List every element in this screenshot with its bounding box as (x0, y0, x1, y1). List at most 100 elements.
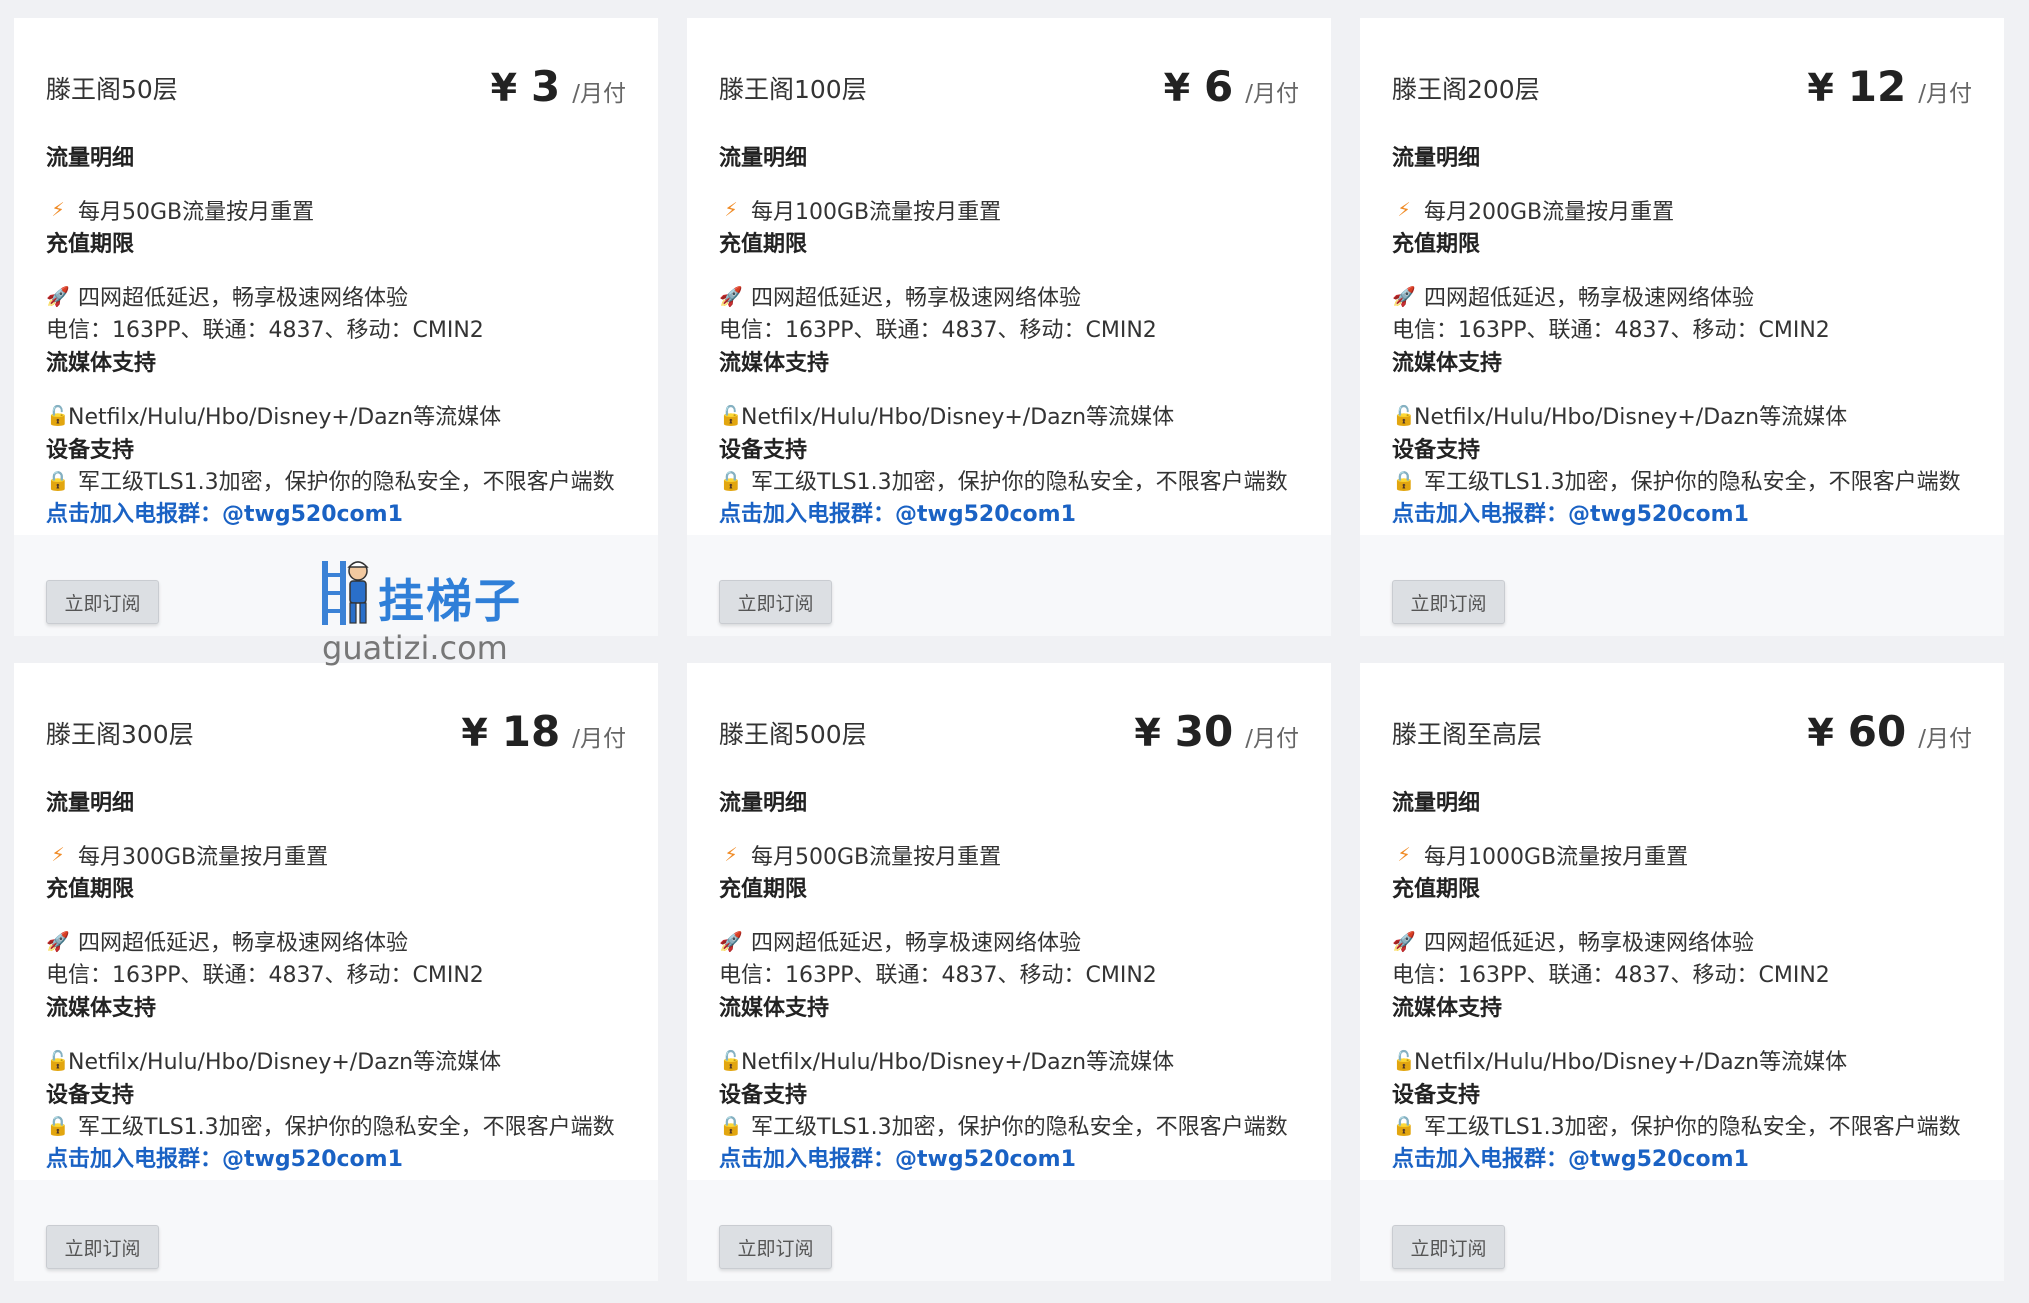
telegram-group-link[interactable]: 点击加入电报群：@twg520com1 (46, 1141, 403, 1173)
device-text: 军工级TLS1.3加密，保护你的隐私安全，不限客户端数 (751, 1115, 1288, 1140)
section-traffic-heading: 流量明细 (719, 791, 808, 816)
streaming-line: 🔓 Netfilx/Hulu/Hbo/Disney+/Dazn等流媒体 (46, 1044, 501, 1076)
plan-price: ¥ 12 /月付 (1807, 62, 1972, 111)
plan-title: 滕王阁100层 (719, 75, 867, 104)
subscribe-button[interactable]: 立即订阅 (46, 1225, 159, 1269)
telegram-group-link[interactable]: 点击加入电报群：@twg520com1 (1392, 496, 1749, 528)
subscribe-button[interactable]: 立即订阅 (719, 1225, 832, 1269)
plan-price: ¥ 18 /月付 (461, 707, 626, 756)
network-text: 四网超低延迟，畅享极速网络体验 (751, 286, 1082, 311)
plan-card-3: 滕王阁200层 ¥ 12 /月付 流量明细 ⚡ 每月200GB流量按月重置 充值… (1360, 18, 2004, 636)
plan-card-1: 滕王阁50层 ¥ 3 /月付 流量明细 ⚡ 每月50GB流量按月重置 充值期限 … (14, 18, 658, 636)
traffic-text: 每月100GB流量按月重置 (751, 200, 1002, 225)
network-text: 四网超低延迟，畅享极速网络体验 (751, 931, 1082, 956)
network-line: 🚀 四网超低延迟，畅享极速网络体验 (1392, 925, 1754, 957)
rocket-icon: 🚀 (719, 930, 743, 953)
streaming-text: Netfilx/Hulu/Hbo/Disney+/Dazn等流媒体 (741, 1050, 1175, 1075)
subscribe-button[interactable]: 立即订阅 (1392, 1225, 1505, 1269)
section-streaming-heading: 流媒体支持 (719, 351, 830, 376)
carriers-line: 电信：163PP、联通：4837、移动：CMIN2 (1392, 312, 1830, 344)
telegram-group-link[interactable]: 点击加入电报群：@twg520com1 (719, 1141, 1076, 1173)
traffic-line: ⚡ 每月50GB流量按月重置 (46, 194, 314, 226)
plan-title: 滕王阁500层 (719, 720, 867, 749)
plan-card-body: 滕王阁至高层 ¥ 60 /月付 流量明细 ⚡ 每月1000GB流量按月重置 充值… (1360, 663, 2004, 1180)
network-text: 四网超低延迟，畅享极速网络体验 (1424, 286, 1755, 311)
price-amount: 30 (1174, 707, 1234, 756)
traffic-text: 每月1000GB流量按月重置 (1424, 845, 1689, 870)
section-period-heading: 充值期限 (1392, 877, 1481, 902)
device-line: 🔒 军工级TLS1.3加密，保护你的隐私安全，不限客户端数 (1392, 1109, 1961, 1141)
plan-price: ¥ 30 /月付 (1134, 707, 1299, 756)
lock-icon: 🔒 (1392, 469, 1416, 492)
unlock-icon: 🔓 (719, 1049, 743, 1072)
carriers-text: 电信：163PP、联通：4837、移动：CMIN2 (46, 318, 484, 343)
telegram-group-link[interactable]: 点击加入电报群：@twg520com1 (719, 496, 1076, 528)
lightning-icon: ⚡ (51, 844, 65, 866)
streaming-text: Netfilx/Hulu/Hbo/Disney+/Dazn等流媒体 (1414, 1050, 1848, 1075)
section-device-heading: 设备支持 (46, 1083, 135, 1108)
rocket-icon: 🚀 (1392, 930, 1416, 953)
traffic-line: ⚡ 每月1000GB流量按月重置 (1392, 839, 1688, 871)
plan-price: ¥ 6 /月付 (1164, 62, 1299, 111)
lock-icon: 🔒 (1392, 1114, 1416, 1137)
subscribe-button[interactable]: 立即订阅 (1392, 580, 1505, 624)
plan-card-body: 滕王阁200层 ¥ 12 /月付 流量明细 ⚡ 每月200GB流量按月重置 充值… (1360, 18, 2004, 535)
lightning-icon: ⚡ (724, 844, 738, 866)
rocket-icon: 🚀 (719, 285, 743, 308)
plan-card-body: 滕王阁100层 ¥ 6 /月付 流量明细 ⚡ 每月100GB流量按月重置 充值期… (687, 18, 1331, 535)
device-line: 🔒 军工级TLS1.3加密，保护你的隐私安全，不限客户端数 (1392, 464, 1961, 496)
telegram-group-link[interactable]: 点击加入电报群：@twg520com1 (1392, 1141, 1749, 1173)
section-traffic-heading: 流量明细 (46, 146, 135, 171)
network-text: 四网超低延迟，畅享极速网络体验 (78, 931, 409, 956)
section-period-heading: 充值期限 (719, 232, 808, 257)
lock-icon: 🔒 (719, 1114, 743, 1137)
traffic-line: ⚡ 每月500GB流量按月重置 (719, 839, 1001, 871)
unlock-icon: 🔓 (719, 404, 743, 427)
price-period: /月付 (1245, 726, 1299, 752)
device-text: 军工级TLS1.3加密，保护你的隐私安全，不限客户端数 (78, 470, 615, 495)
plan-card-4: 滕王阁300层 ¥ 18 /月付 流量明细 ⚡ 每月300GB流量按月重置 充值… (14, 663, 658, 1281)
carriers-line: 电信：163PP、联通：4837、移动：CMIN2 (46, 957, 484, 989)
network-line: 🚀 四网超低延迟，畅享极速网络体验 (719, 280, 1081, 312)
streaming-line: 🔓 Netfilx/Hulu/Hbo/Disney+/Dazn等流媒体 (719, 1044, 1174, 1076)
carriers-text: 电信：163PP、联通：4837、移动：CMIN2 (719, 318, 1157, 343)
rocket-icon: 🚀 (1392, 285, 1416, 308)
section-streaming-heading: 流媒体支持 (719, 996, 830, 1021)
subscribe-button[interactable]: 立即订阅 (46, 580, 159, 624)
watermark: 挂梯子 guatizi.com (316, 555, 546, 675)
price-period: /月付 (1918, 726, 1972, 752)
carriers-text: 电信：163PP、联通：4837、移动：CMIN2 (1392, 318, 1830, 343)
traffic-text: 每月500GB流量按月重置 (751, 845, 1002, 870)
plan-title: 滕王阁50层 (46, 75, 178, 104)
section-device-heading: 设备支持 (719, 1083, 808, 1108)
unlock-icon: 🔓 (46, 404, 70, 427)
section-streaming-heading: 流媒体支持 (1392, 351, 1503, 376)
unlock-icon: 🔓 (46, 1049, 70, 1072)
traffic-text: 每月50GB流量按月重置 (78, 200, 315, 225)
streaming-text: Netfilx/Hulu/Hbo/Disney+/Dazn等流媒体 (1414, 405, 1848, 430)
unlock-icon: 🔓 (1392, 404, 1416, 427)
lightning-icon: ⚡ (1397, 844, 1411, 866)
carriers-text: 电信：163PP、联通：4837、移动：CMIN2 (719, 963, 1157, 988)
plan-card-body: 滕王阁300层 ¥ 18 /月付 流量明细 ⚡ 每月300GB流量按月重置 充值… (14, 663, 658, 1180)
section-device-heading: 设备支持 (46, 438, 135, 463)
section-period-heading: 充值期限 (46, 232, 135, 257)
price-amount: 3 (531, 62, 561, 111)
price-currency: ¥ (1807, 66, 1834, 110)
section-streaming-heading: 流媒体支持 (46, 996, 157, 1021)
subscribe-button[interactable]: 立即订阅 (719, 580, 832, 624)
carriers-line: 电信：163PP、联通：4837、移动：CMIN2 (46, 312, 484, 344)
watermark-cn-text: 挂梯子 (378, 574, 522, 628)
plan-card-body: 滕王阁50层 ¥ 3 /月付 流量明细 ⚡ 每月50GB流量按月重置 充值期限 … (14, 18, 658, 535)
price-currency: ¥ (1134, 711, 1161, 755)
traffic-text: 每月200GB流量按月重置 (1424, 200, 1675, 225)
lightning-icon: ⚡ (51, 199, 65, 221)
device-line: 🔒 军工级TLS1.3加密，保护你的隐私安全，不限客户端数 (46, 464, 615, 496)
telegram-group-link[interactable]: 点击加入电报群：@twg520com1 (46, 496, 403, 528)
streaming-text: Netfilx/Hulu/Hbo/Disney+/Dazn等流媒体 (741, 405, 1175, 430)
streaming-text: Netfilx/Hulu/Hbo/Disney+/Dazn等流媒体 (68, 1050, 502, 1075)
rocket-icon: 🚀 (46, 285, 70, 308)
plan-grid: 滕王阁50层 ¥ 3 /月付 流量明细 ⚡ 每月50GB流量按月重置 充值期限 … (0, 0, 2029, 1303)
section-streaming-heading: 流媒体支持 (1392, 996, 1503, 1021)
section-device-heading: 设备支持 (1392, 1083, 1481, 1108)
